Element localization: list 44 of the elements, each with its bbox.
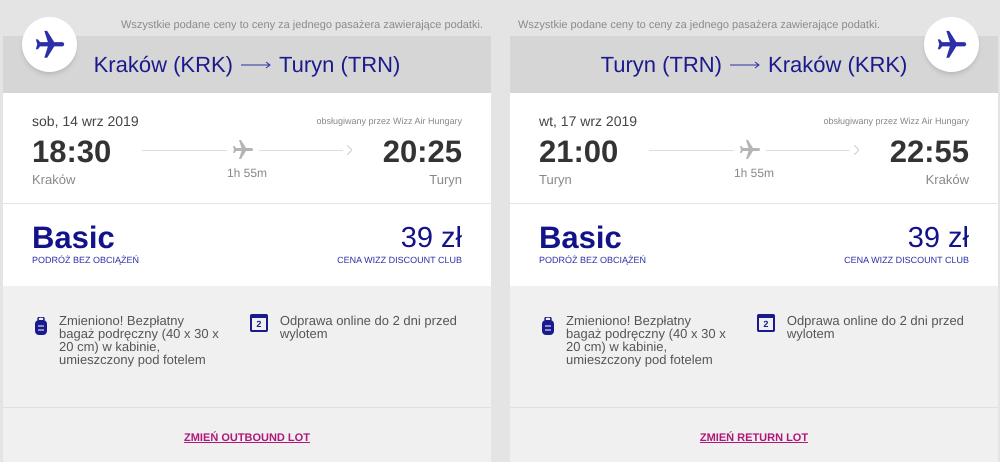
- destination-city: Kraków (KRK): [768, 51, 908, 79]
- arrow-icon: [240, 60, 271, 68]
- change-flight-link[interactable]: ZMIEŃ OUTBOUND LOT: [184, 430, 310, 446]
- operator-text: obsługiwany przez Wizz Air Hungary: [823, 114, 969, 128]
- fare-name: Basic: [539, 222, 622, 254]
- backpack-icon: [542, 317, 554, 335]
- feature-text: Zmieniono! Bezpłatny bagaż podręczny (40 x 30 x 20 cm) w kabinie, umieszczony pod fotelem: [566, 314, 727, 369]
- arrival-time: 22:55: [890, 134, 969, 170]
- arrival-time: 20:25: [382, 134, 462, 170]
- operator-text: obsługiwany przez Wizz Air Hungary: [316, 114, 462, 128]
- flight-date: wt, 17 wrz 2019: [539, 112, 638, 131]
- feature-text: Zmieniono! Bezpłatny bagaż podręczny (40 x 30 x 20 cm) w kabinie, umieszczony pod fotelem: [59, 314, 220, 369]
- fare-price: 39 zł: [400, 222, 462, 254]
- feature-text: Odprawa online do 2 dni przed wylotem: [786, 314, 965, 343]
- fare-name: Basic: [32, 222, 115, 254]
- fare-subtitle: PODRÓŻ BEZ OBCIĄŻEŃ: [539, 254, 646, 268]
- calendar-icon: 2: [756, 314, 775, 332]
- price-notice: Wszystkie podane ceny to ceny za jednego pasażera zawierające podatki.: [517, 18, 881, 33]
- arrival-city: Kraków: [926, 171, 969, 189]
- price-note: CENA WIZZ DISCOUNT CLUB: [337, 254, 462, 268]
- arrow-head-icon: [854, 145, 859, 155]
- arrival-city: Turyn: [429, 171, 462, 189]
- airplane-icon: [230, 138, 254, 162]
- arrow-head-icon: [347, 145, 352, 155]
- destination-city: Turyn (TRN): [278, 51, 400, 79]
- backpack-icon: [35, 317, 47, 335]
- origin-city: Kraków (KRK): [94, 51, 233, 79]
- origin-city: Turyn (TRN): [600, 51, 722, 79]
- fare-subtitle: PODRÓŻ BEZ OBCIĄŻEŃ: [32, 254, 140, 268]
- feature-text: Odprawa online do 2 dni przed wylotem: [280, 314, 458, 343]
- price-notice: Wszystkie podane ceny to ceny za jednego pasażera zawierające podatki.: [120, 18, 484, 33]
- departure-time: 21:00: [539, 134, 618, 170]
- flight-duration: 1h 55m: [734, 165, 774, 182]
- price-note: CENA WIZZ DISCOUNT CLUB: [844, 254, 969, 268]
- flight-duration: 1h 55m: [226, 165, 268, 182]
- departure-city: Kraków: [32, 171, 76, 189]
- departure-city: Turyn: [539, 171, 573, 189]
- departure-time: 18:30: [32, 134, 112, 170]
- flight-date: sob, 14 wrz 2019: [32, 112, 139, 131]
- change-flight-link[interactable]: ZMIEŃ RETURN LOT: [700, 430, 808, 446]
- airplane-icon: [738, 138, 762, 162]
- calendar-icon: 2: [250, 314, 268, 332]
- arrow-icon: [730, 60, 760, 68]
- fare-price: 39 zł: [908, 222, 969, 254]
